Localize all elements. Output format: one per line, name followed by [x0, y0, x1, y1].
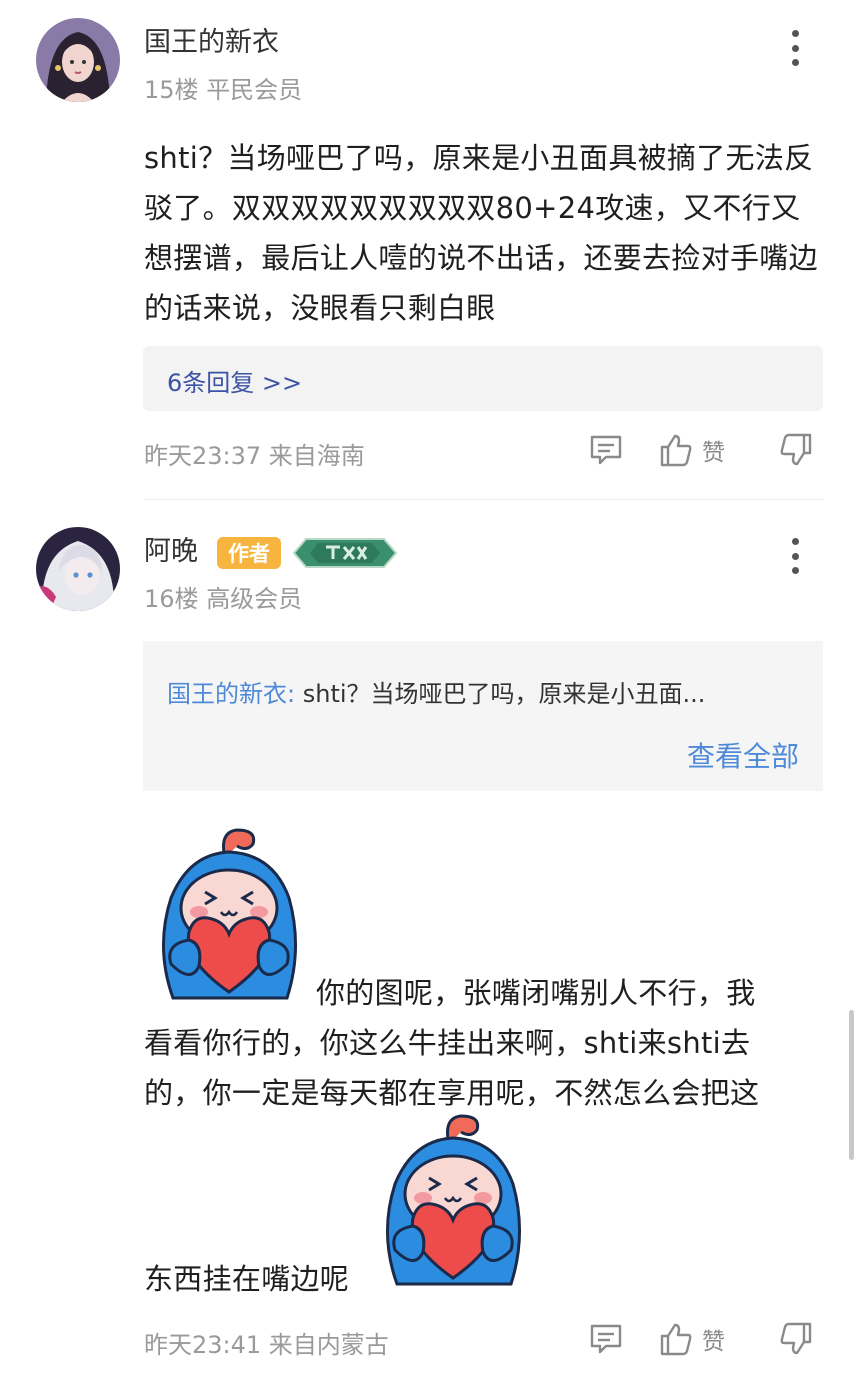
thumb-up-icon: [660, 434, 692, 467]
avatar[interactable]: [36, 18, 120, 102]
scrollbar[interactable]: [849, 1010, 854, 1160]
timestamp-location: 昨天23:37 来自海南: [144, 442, 365, 470]
quote-content: shti？当场哑巴了吗，原来是小丑面...: [302, 680, 706, 708]
sticker-heart-icon: [377, 1114, 529, 1290]
comment-15: 国王的新衣 15楼 平民会员 shti？当场哑巴了吗，原来是小丑面具被摘了无法反…: [0, 0, 860, 500]
username[interactable]: 国王的新衣: [144, 26, 279, 60]
reply-button[interactable]: [588, 1322, 624, 1356]
quote-author[interactable]: 国王的新衣:: [167, 680, 295, 708]
comment-body-line: 看看你行的，你这么牛挂出来啊，shti来shti去: [144, 1026, 751, 1060]
floor-number: 15楼: [144, 76, 199, 104]
comment-divider: [144, 499, 824, 500]
like-button[interactable]: 赞: [658, 433, 725, 467]
view-all-link[interactable]: 查看全部: [687, 735, 799, 775]
timestamp-location: 昨天23:41 来自内蒙古: [144, 1331, 389, 1359]
comment-body-line: 东西挂在嘴边呢: [144, 1262, 350, 1296]
thumb-down-icon: [780, 1322, 812, 1355]
comment-body: shti？当场哑巴了吗，原来是小丑面具被摘了无法反驳了。双双双双双双双双双80+…: [144, 141, 818, 325]
author-badge: 作者: [217, 537, 281, 569]
like-label: 赞: [702, 440, 725, 466]
reply-count-link[interactable]: 6条回复 >>: [167, 363, 302, 398]
floor-and-level: 15楼 平民会员: [144, 75, 302, 105]
floor-and-level: 16楼 高级会员: [144, 584, 302, 614]
username[interactable]: 阿晚: [144, 535, 198, 569]
like-button[interactable]: 赞: [658, 1322, 725, 1356]
reply-summary[interactable]: 6条回复 >>: [143, 346, 823, 411]
avatar[interactable]: [36, 527, 120, 611]
floor-number: 16楼: [144, 585, 199, 613]
thumb-up-icon: [660, 1323, 692, 1356]
more-icon[interactable]: [780, 536, 810, 576]
dislike-button[interactable]: [778, 433, 814, 467]
reply-icon: [590, 435, 622, 465]
level-badge: [292, 537, 398, 569]
reply-icon: [590, 1324, 622, 1354]
thumb-down-icon: [780, 433, 812, 466]
more-icon[interactable]: [780, 28, 810, 68]
reply-button[interactable]: [588, 433, 624, 467]
like-label: 赞: [702, 1329, 725, 1355]
dislike-button[interactable]: [778, 1322, 814, 1356]
comment-body-line: 的，你一定是每天都在享用呢，不然怎么会把这: [144, 1076, 760, 1110]
sticker-heart-icon: [153, 828, 305, 1004]
quoted-comment[interactable]: 国王的新衣: shti？当场哑巴了吗，原来是小丑面... 查看全部: [143, 641, 823, 791]
member-level: 高级会员: [206, 585, 303, 613]
comment-body-line: 你的图呢，张嘴闭嘴别人不行，我: [316, 976, 756, 1010]
quote-text: 国王的新衣: shti？当场哑巴了吗，原来是小丑面...: [167, 674, 807, 709]
member-level: 平民会员: [206, 76, 303, 104]
